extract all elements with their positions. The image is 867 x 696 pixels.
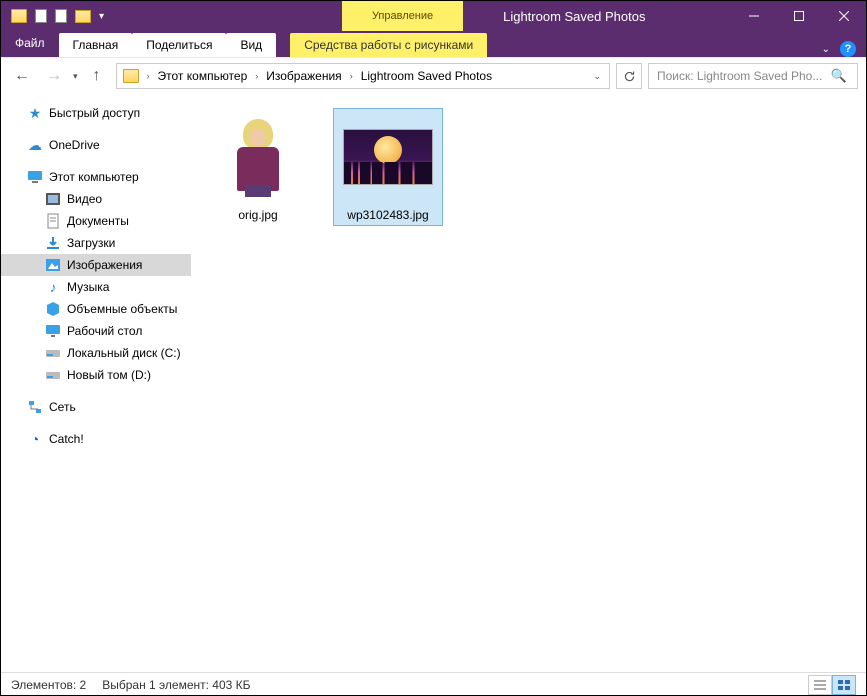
sidebar-item-desktop[interactable]: Рабочий стол [1,320,191,342]
sidebar-item-label: OneDrive [49,138,100,152]
music-icon: ♪ [45,279,61,295]
file-name-label: orig.jpg [236,208,279,222]
search-icon: 🔍 [831,68,851,84]
refresh-icon [623,70,636,83]
nav-back-button[interactable]: ← [9,63,35,89]
sidebar-item-label: Рабочий стол [67,324,142,338]
sidebar-item-3dobjects[interactable]: Объемные объекты [1,298,191,320]
sidebar-item-label: Catch! [49,432,84,446]
sidebar-item-label: Документы [67,214,129,228]
sidebar-item-label: Локальный диск (C:) [67,346,181,360]
sidebar-item-label: Быстрый доступ [49,106,140,120]
nav-forward-button[interactable]: → [41,63,67,89]
sidebar-item-thispc[interactable]: Этот компьютер [1,166,191,188]
list-icon [814,680,826,690]
qat-properties-icon[interactable] [35,9,47,23]
file-tab[interactable]: Файл [1,31,59,57]
view-thumbnails-button[interactable] [832,675,856,695]
sidebar-item-downloads[interactable]: Загрузки [1,232,191,254]
film-icon [45,191,61,207]
breadcrumb-dropdown-icon[interactable]: ⌄ [593,71,605,82]
search-input[interactable] [655,68,831,84]
star-icon: ★ [27,105,43,121]
sidebar-item-documents[interactable]: Документы [1,210,191,232]
cube-icon [45,301,61,317]
tab-picture-tools[interactable]: Средства работы с рисунками [290,33,487,57]
titlebar: ▾ Управление Lightroom Saved Photos [1,1,866,31]
help-icon[interactable]: ? [840,41,856,57]
disk-icon [45,345,61,361]
picture-icon [45,257,61,273]
grid-icon [838,680,850,690]
tab-home[interactable]: Главная [59,33,133,57]
ribbon-expand-icon[interactable]: ⌄ [822,44,830,55]
download-icon [45,235,61,251]
close-button[interactable] [821,1,866,31]
file-thumbnail [213,112,303,202]
chevron-right-icon[interactable]: › [348,71,355,81]
file-item[interactable]: orig.jpg [203,108,313,226]
status-selection: Выбран 1 элемент: 403 КБ [102,678,250,692]
file-list[interactable]: orig.jpg wp3102483.jpg [191,94,866,672]
chevron-right-icon[interactable]: › [145,71,152,81]
breadcrumb[interactable]: › Этот компьютер › Изображения › Lightro… [116,63,610,89]
breadcrumb-seg-pictures[interactable]: Изображения [264,69,343,83]
monitor-icon [27,169,43,185]
view-toggle [808,675,856,695]
sidebar-item-quickaccess[interactable]: ★ Быстрый доступ [1,102,191,124]
sidebar-item-label: Этот компьютер [49,170,139,184]
sidebar-item-network[interactable]: Сеть [1,396,191,418]
sidebar-item-label: Музыка [67,280,109,294]
sidebar-item-music[interactable]: ♪ Музыка [1,276,191,298]
catch-icon: ◔ [27,431,43,447]
breadcrumb-seg-current[interactable]: Lightroom Saved Photos [359,69,494,83]
qat-new-icon[interactable] [55,9,67,23]
desktop-icon [45,323,61,339]
tab-view[interactable]: Вид [226,33,276,57]
qat-dropdown-icon[interactable]: ▾ [99,11,104,22]
minimize-button[interactable] [731,1,776,31]
tab-share[interactable]: Поделиться [132,33,226,57]
sidebar-item-label: Новый том (D:) [67,368,151,382]
ribbon-tabs: Файл Главная Поделиться Вид Средства раб… [1,31,866,57]
navigation-pane: ★ Быстрый доступ ☁ OneDrive Этот компьют… [1,94,191,672]
sidebar-item-label: Сеть [49,400,76,414]
window-title: Lightroom Saved Photos [463,1,731,31]
file-thumbnail [343,112,433,202]
sidebar-item-disk-d[interactable]: Новый том (D:) [1,364,191,386]
window-buttons [731,1,866,31]
breadcrumb-seg-thispc[interactable]: Этот компьютер [156,69,250,83]
sidebar-item-catch[interactable]: ◔ Catch! [1,428,191,450]
sidebar-item-video[interactable]: Видео [1,188,191,210]
network-icon [27,399,43,415]
qat-newfolder-icon[interactable] [75,10,91,23]
sidebar-item-label: Объемные объекты [67,302,177,316]
document-icon [45,213,61,229]
sidebar-item-label: Загрузки [67,236,115,250]
app-icon [11,9,27,23]
file-item[interactable]: wp3102483.jpg [333,108,443,226]
disk-icon [45,367,61,383]
maximize-button[interactable] [776,1,821,31]
search-box[interactable]: 🔍 [648,63,858,89]
sidebar-item-label: Изображения [67,258,142,272]
context-tab-header-label: Управление [372,10,433,22]
status-item-count: Элементов: 2 [11,678,86,692]
nav-up-button[interactable]: ↑ [84,63,110,89]
nav-history-dropdown[interactable]: ▾ [73,71,78,82]
sidebar-item-pictures[interactable]: Изображения [1,254,191,276]
context-tab-header: Управление [342,1,463,31]
refresh-button[interactable] [616,63,642,89]
chevron-right-icon[interactable]: › [253,71,260,81]
cloud-icon: ☁ [27,137,43,153]
status-bar: Элементов: 2 Выбран 1 элемент: 403 КБ [1,672,866,696]
breadcrumb-folder-icon [123,69,139,83]
sidebar-item-disk-c[interactable]: Локальный диск (C:) [1,342,191,364]
address-bar-row: ← → ▾ ↑ › Этот компьютер › Изображения ›… [1,58,866,94]
file-name-label: wp3102483.jpg [345,208,430,222]
sidebar-item-label: Видео [67,192,102,206]
quick-access-toolbar: ▾ [1,1,114,31]
sidebar-item-onedrive[interactable]: ☁ OneDrive [1,134,191,156]
view-details-button[interactable] [808,675,832,695]
